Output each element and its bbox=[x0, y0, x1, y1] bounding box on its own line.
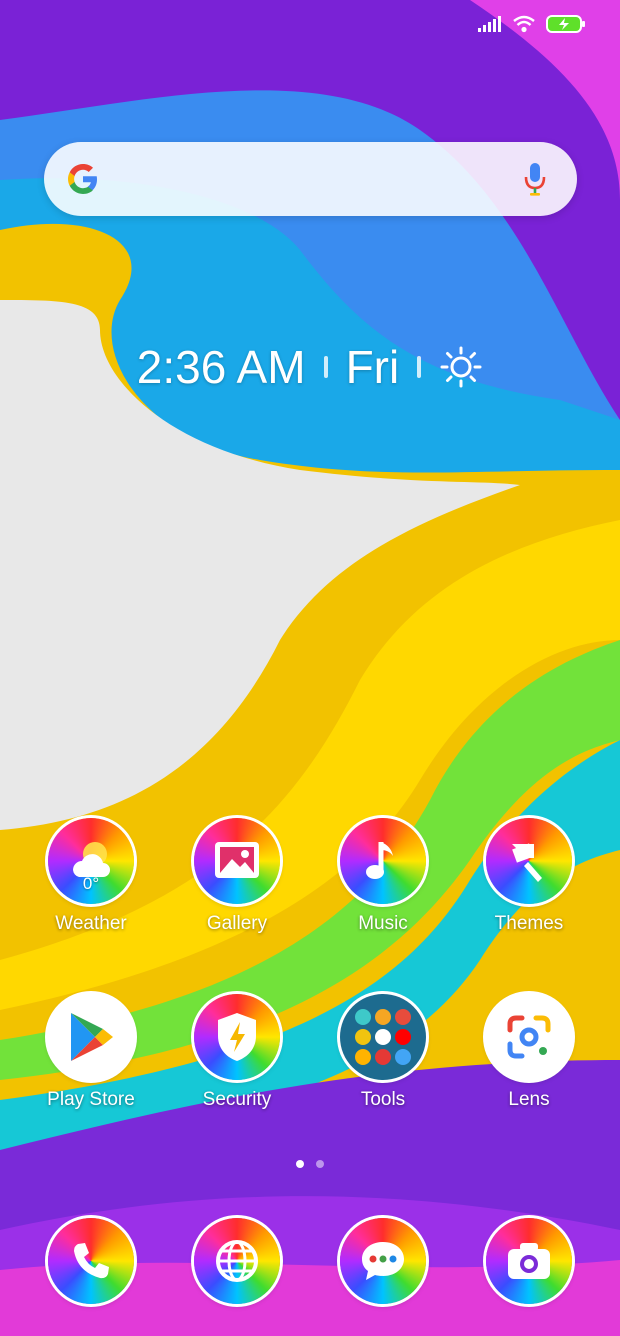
separator bbox=[417, 356, 422, 378]
wifi-icon bbox=[513, 15, 535, 33]
clock-widget[interactable]: 2:36 AM Fri bbox=[0, 340, 620, 394]
status-bar bbox=[478, 14, 586, 34]
app-play-store[interactable]: Play Store bbox=[18, 994, 164, 1111]
page-indicator bbox=[0, 1160, 620, 1168]
app-label: Tools bbox=[360, 1089, 406, 1110]
app-label: Weather bbox=[55, 913, 127, 934]
dock-phone[interactable] bbox=[18, 1218, 164, 1304]
camera-icon bbox=[486, 1218, 572, 1304]
app-weather[interactable]: 0° Weather bbox=[18, 818, 164, 935]
app-label: Play Store bbox=[47, 1089, 135, 1110]
separator bbox=[323, 356, 328, 378]
app-themes[interactable]: Themes bbox=[456, 818, 602, 935]
app-label: Lens bbox=[508, 1089, 550, 1110]
gallery-icon bbox=[194, 818, 280, 904]
phone-icon bbox=[48, 1218, 134, 1304]
clock-day: Fri bbox=[345, 341, 400, 393]
folder-grid-icon bbox=[340, 994, 426, 1080]
page-dot-active[interactable] bbox=[296, 1160, 304, 1168]
shield-bolt-icon bbox=[194, 994, 280, 1080]
app-music[interactable]: Music bbox=[310, 818, 456, 935]
cellular-signal-icon bbox=[478, 16, 501, 32]
app-gallery[interactable]: Gallery bbox=[164, 818, 310, 935]
music-note-icon bbox=[340, 818, 426, 904]
app-label: Security bbox=[202, 1089, 272, 1110]
play-store-icon bbox=[48, 994, 134, 1080]
app-tools-folder[interactable]: Tools bbox=[310, 994, 456, 1111]
paint-brush-icon bbox=[486, 818, 572, 904]
app-security[interactable]: Security bbox=[164, 994, 310, 1111]
app-lens[interactable]: Lens bbox=[456, 994, 602, 1111]
app-label: Gallery bbox=[206, 913, 268, 934]
browser-globe-icon bbox=[194, 1218, 280, 1304]
clock-time: 2:36 AM bbox=[136, 341, 306, 393]
mic-icon[interactable] bbox=[523, 162, 547, 196]
dock-camera[interactable] bbox=[456, 1218, 602, 1304]
messages-icon bbox=[340, 1218, 426, 1304]
weather-icon: 0° bbox=[48, 818, 134, 904]
google-g-logo bbox=[68, 164, 97, 194]
app-label: Music bbox=[358, 913, 408, 934]
google-search-bar[interactable] bbox=[44, 142, 577, 216]
sun-icon bbox=[440, 346, 482, 388]
dock-messages[interactable] bbox=[310, 1218, 456, 1304]
dock-browser[interactable] bbox=[164, 1218, 310, 1304]
lens-icon bbox=[486, 994, 572, 1080]
battery-charging-icon bbox=[546, 15, 585, 33]
app-label: Themes bbox=[494, 913, 564, 934]
weather-temperature: 0° bbox=[82, 874, 100, 893]
page-dot[interactable] bbox=[316, 1160, 324, 1168]
